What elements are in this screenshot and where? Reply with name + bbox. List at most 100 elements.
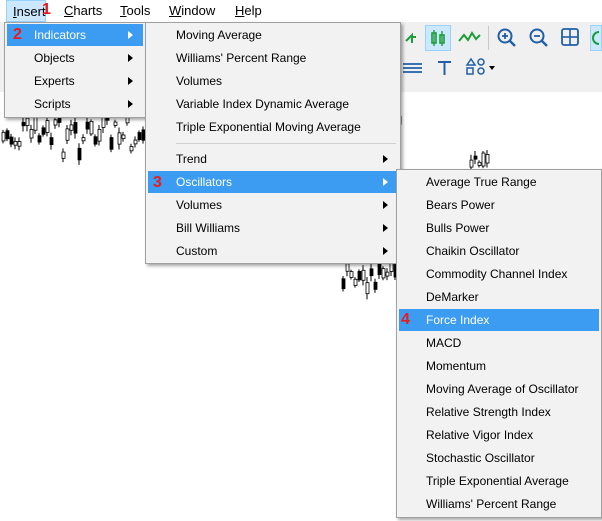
grid-icon[interactable] [558, 25, 584, 51]
menu-item-objects[interactable]: Objects [7, 47, 143, 69]
chevron-right-icon [383, 178, 388, 186]
horizontal-lines-icon[interactable] [400, 55, 426, 81]
candle-body [377, 263, 382, 275]
candle-body [113, 121, 118, 126]
menu-item-force-index[interactable]: Force Index [399, 309, 599, 331]
line-step-icon[interactable] [400, 25, 426, 51]
menu-item-indicators[interactable]: Indicators [7, 24, 143, 46]
chevron-right-icon [383, 201, 388, 209]
candle-body [33, 116, 38, 131]
candle-body [69, 124, 74, 131]
step-marker-1: 1 [42, 1, 51, 18]
candle-body [5, 130, 10, 140]
toolbar-separator [488, 26, 489, 50]
menu-item-average-true-range[interactable]: Average True Range [399, 171, 599, 193]
candle-body [53, 119, 58, 126]
menu-item-scripts[interactable]: Scripts [7, 93, 143, 115]
menu-item-williams-percent-range[interactable]: Williams' Percent Range [148, 47, 398, 69]
candle-body [385, 271, 390, 277]
menu-item-trend[interactable]: Trend [148, 148, 398, 170]
shapes-icon[interactable] [462, 55, 498, 81]
chevron-right-icon [383, 247, 388, 255]
candle-body [129, 146, 134, 152]
candle-body [45, 120, 50, 133]
text-tool-icon[interactable] [432, 55, 458, 81]
step-marker-3: 3 [153, 174, 162, 191]
candle-body [89, 120, 94, 135]
step-marker-4: 4 [401, 311, 410, 328]
candle-body [97, 128, 102, 142]
menu-bar: Insert Charts Tools Window Help 1 [0, 0, 602, 23]
menu-charts[interactable]: Charts [64, 0, 102, 22]
line-chart-icon[interactable] [456, 25, 482, 51]
candle-body [353, 278, 358, 286]
menu-item-momentum[interactable]: Momentum [399, 355, 599, 377]
candle-body [357, 270, 362, 281]
candle-body [65, 128, 70, 141]
chevron-right-icon [383, 224, 388, 232]
candle-body [1, 131, 6, 142]
menu-item-stochastic-oscillator[interactable]: Stochastic Oscillator [399, 447, 599, 469]
menu-item-relative-strength-index[interactable]: Relative Strength Index [399, 401, 599, 423]
menu-item-macd[interactable]: MACD [399, 332, 599, 354]
zoom-in-icon[interactable] [494, 25, 520, 51]
indicators-menu: Moving Average Williams' Percent Range V… [145, 22, 401, 264]
candle-body [21, 121, 26, 127]
candle-body [485, 153, 490, 164]
menu-item-bears-power[interactable]: Bears Power [399, 194, 599, 216]
candle-body [477, 161, 482, 166]
chevron-right-icon [128, 54, 133, 62]
candle-body [481, 152, 486, 167]
menu-item-moving-average[interactable]: Moving Average [148, 24, 398, 46]
menu-separator [176, 143, 396, 144]
candle-body [25, 117, 30, 126]
menu-item-volumes-group[interactable]: Volumes [148, 194, 398, 216]
menu-item-demarker[interactable]: DeMarker [399, 286, 599, 308]
candle-body [73, 122, 78, 134]
candlestick-icon[interactable] [425, 25, 451, 51]
candle-body [345, 263, 350, 272]
candle-body [117, 132, 122, 145]
zoom-out-icon[interactable] [526, 25, 552, 51]
candle-body [133, 139, 138, 145]
menu-item-relative-vigor-index[interactable]: Relative Vigor Index [399, 424, 599, 446]
step-marker-2: 2 [13, 26, 22, 43]
menu-item-experts[interactable]: Experts [7, 70, 143, 92]
chevron-right-icon [128, 77, 133, 85]
chevron-right-icon [128, 100, 133, 108]
menu-item-volumes[interactable]: Volumes [148, 70, 398, 92]
insert-menu: Indicators Objects Experts Scripts 2 [4, 22, 146, 118]
candle-body [41, 127, 46, 135]
candle-body [381, 268, 386, 279]
menu-item-oscillators[interactable]: Oscillators [148, 171, 398, 193]
candle-body [81, 137, 86, 142]
menu-item-commodity-channel-index[interactable]: Commodity Channel Index [399, 263, 599, 285]
menu-item-williams-percent-range-osc[interactable]: Williams' Percent Range [399, 493, 599, 515]
menu-insert[interactable]: Insert [6, 0, 46, 22]
menu-item-bill-williams[interactable]: Bill Williams [148, 217, 398, 239]
candle-body [13, 141, 18, 146]
menu-item-chaikin-oscillator[interactable]: Chaikin Oscillator [399, 240, 599, 262]
menu-item-moving-average-of-oscillator[interactable]: Moving Average of Oscillator [399, 378, 599, 400]
autoscroll-icon[interactable] [590, 25, 602, 51]
candle-body [369, 268, 374, 277]
menu-item-vidya[interactable]: Variable Index Dynamic Average [148, 93, 398, 115]
candle-body [137, 132, 142, 141]
candle-body [365, 282, 370, 295]
menu-item-bulls-power[interactable]: Bulls Power [399, 217, 599, 239]
candle-body [361, 269, 366, 281]
chevron-right-icon [128, 31, 133, 39]
chevron-right-icon [383, 155, 388, 163]
menu-tools[interactable]: Tools [120, 0, 150, 22]
menu-item-triple-exponential-average[interactable]: Triple Exponential Average [399, 470, 599, 492]
menu-item-tema[interactable]: Triple Exponential Moving Average [148, 116, 398, 138]
menu-item-custom[interactable]: Custom [148, 240, 398, 262]
candle-body [61, 151, 66, 159]
candle-body [49, 137, 54, 146]
menu-help[interactable]: Help [235, 0, 262, 22]
candle-body [37, 135, 42, 143]
menu-window[interactable]: Window [169, 0, 215, 22]
candle-body [341, 278, 346, 290]
candle-body [77, 147, 82, 161]
candle-body [29, 129, 34, 139]
